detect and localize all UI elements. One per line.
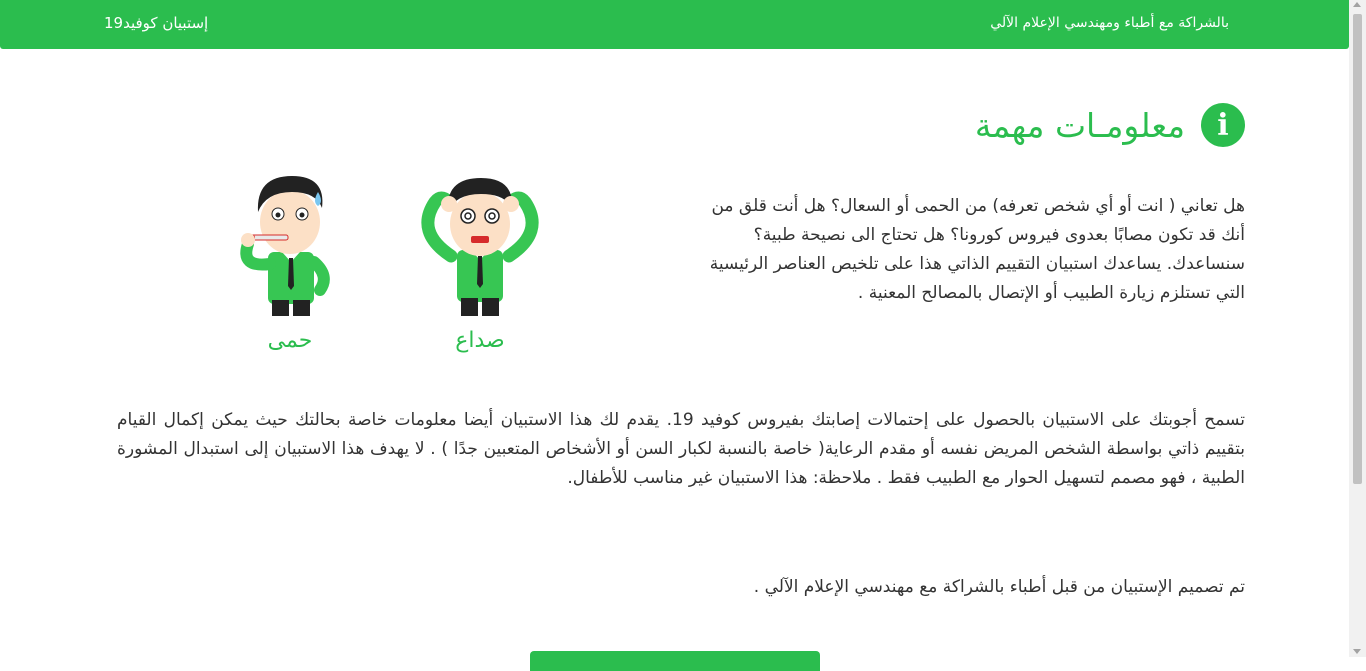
- scroll-up-icon[interactable]: [1353, 2, 1361, 7]
- partner-text: بالشراكة مع أطباء ومهندسي الإعلام الآلي: [990, 15, 1229, 31]
- headache-man-illustration: [421, 178, 539, 316]
- intro-paragraph: هل تعاني ( انت أو أي شخص تعرفه) من الحمى…: [709, 196, 1245, 303]
- symptom-headache: صداع: [415, 172, 545, 353]
- fever-man-illustration: [240, 176, 330, 316]
- top-navbar: بالشراكة مع أطباء ومهندسي الإعلام الآلي …: [0, 0, 1349, 49]
- scroll-down-icon[interactable]: [1353, 649, 1361, 654]
- symptom-label-headache: صداع: [455, 328, 505, 353]
- brand-link[interactable]: إستبيان كوفيد19: [104, 14, 208, 32]
- start-survey-button[interactable]: [530, 651, 820, 671]
- page-scrollbar[interactable]: [1349, 0, 1366, 657]
- section-heading: i معلومـات مهمة: [975, 100, 1245, 150]
- page-title: معلومـات مهمة: [974, 105, 1185, 145]
- symptom-fever: حمى: [230, 172, 350, 353]
- info-icon: i: [1201, 103, 1245, 147]
- symptom-label-fever: حمى: [267, 328, 313, 353]
- description-paragraph: تسمح أجوبتك على الاستبيان بالحصول على إح…: [117, 410, 1245, 488]
- credit-paragraph: تم تصميم الإستبيان من قبل أطباء بالشراكة…: [753, 577, 1245, 597]
- scrollbar-thumb[interactable]: [1353, 14, 1362, 484]
